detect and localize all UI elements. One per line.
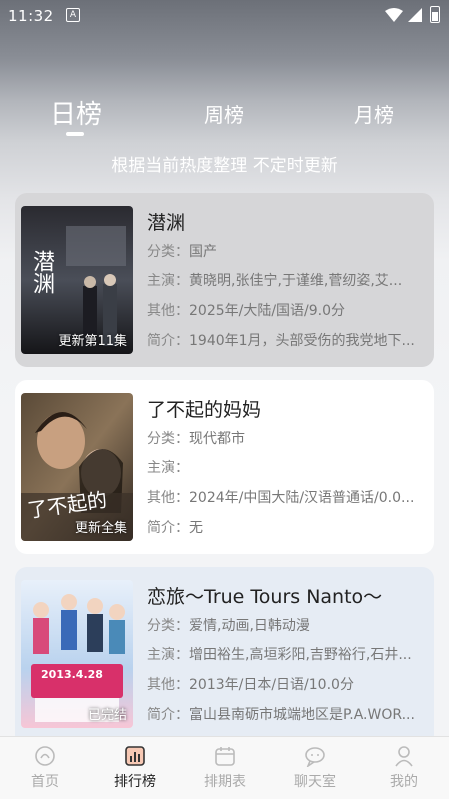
bottom-navigation: 首页 排行榜 排期表 聊天室 我的 <box>0 736 449 799</box>
nav-profile-label: 我的 <box>390 774 418 790</box>
nav-ranking-label: 排行榜 <box>114 774 156 790</box>
tab-daily[interactable]: 日榜 <box>50 94 102 131</box>
drama-title[interactable]: 恋旅～True Tours Nanto～ <box>147 582 382 609</box>
drama-other: 其他：2013年/日本/日语/10.0分 <box>147 677 354 693</box>
drama-cast: 主演：黄晓明,张佳宁,于谨维,菅纫姿,艾... <box>147 273 403 289</box>
drama-title[interactable]: 了不起的妈妈 <box>147 395 261 422</box>
nav-home-label: 首页 <box>31 774 59 790</box>
status-bar: 11:32 A <box>0 0 449 32</box>
episode-badge: 已完结 <box>87 708 127 723</box>
drama-cast: 主演： <box>147 460 189 476</box>
status-time: 11:32 <box>8 7 54 25</box>
ranking-subtitle: 根据当前热度整理 不定时更新 <box>111 156 338 176</box>
nav-schedule[interactable]: 排期表 <box>180 737 270 799</box>
calendar-icon <box>215 747 235 766</box>
nav-ranking[interactable]: 排行榜 <box>90 737 180 799</box>
nav-chat[interactable]: 聊天室 <box>270 737 360 799</box>
nav-schedule-label: 排期表 <box>204 774 246 790</box>
drama-category: 分类：爱情,动画,日韩动漫 <box>147 618 310 634</box>
drama-other: 其他：2025年/大陆/国语/9.0分 <box>147 303 346 319</box>
episode-badge: 更新全集 <box>74 521 127 536</box>
drama-card[interactable]: 2013.4.28 已完结 恋旅～True Tours Nanto～ 分类：爱情… <box>15 567 434 747</box>
chat-icon <box>305 747 325 767</box>
poster-date-text: 2013.4.28 <box>41 668 103 681</box>
nav-chat-label: 聊天室 <box>294 774 336 790</box>
profile-icon <box>395 746 413 767</box>
tab-monthly[interactable]: 月榜 <box>354 99 394 128</box>
notification-icon: A <box>66 8 80 22</box>
drama-intro: 简介：富山县南砺市城端地区是P.A.WOR... <box>147 707 415 723</box>
tab-weekly[interactable]: 周榜 <box>204 99 244 128</box>
drama-intro: 简介：1940年1月，头部受伤的我党地下... <box>147 333 415 349</box>
ranking-tabs: 日榜 周榜 月榜 <box>0 90 449 140</box>
drama-intro: 简介：无 <box>147 520 203 536</box>
drama-cast: 主演：增田裕生,高垣彩阳,吉野裕行,石井... <box>147 647 412 663</box>
poster-title-text: 潜渊 <box>29 250 54 294</box>
nav-profile[interactable]: 我的 <box>359 737 449 799</box>
signal-icon <box>408 8 422 22</box>
drama-card[interactable]: 了不起的 更新全集 了不起的妈妈 分类：现代都市 主演： 其他：2024年/中国… <box>15 380 434 554</box>
wifi-icon <box>385 8 403 22</box>
drama-category: 分类：现代都市 <box>147 431 245 447</box>
drama-other: 其他：2024年/中国大陆/汉语普通话/0.0... <box>147 490 415 506</box>
nav-home[interactable]: 首页 <box>0 737 90 799</box>
drama-card[interactable]: 潜渊 更新第11集 潜渊 分类：国产 主演：黄晓明,张佳宁,于谨维,菅纫姿,艾.… <box>15 193 434 367</box>
drama-poster[interactable]: 2013.4.28 已完结 <box>21 580 133 728</box>
battery-icon <box>430 6 440 23</box>
home-icon <box>35 746 55 766</box>
tab-indicator <box>66 132 84 136</box>
drama-title[interactable]: 潜渊 <box>147 208 185 235</box>
drama-poster[interactable]: 了不起的 更新全集 <box>21 393 133 541</box>
drama-poster[interactable]: 潜渊 更新第11集 <box>21 206 133 354</box>
ranking-icon <box>125 746 145 766</box>
drama-category: 分类：国产 <box>147 244 217 260</box>
episode-badge: 更新第11集 <box>58 334 127 349</box>
